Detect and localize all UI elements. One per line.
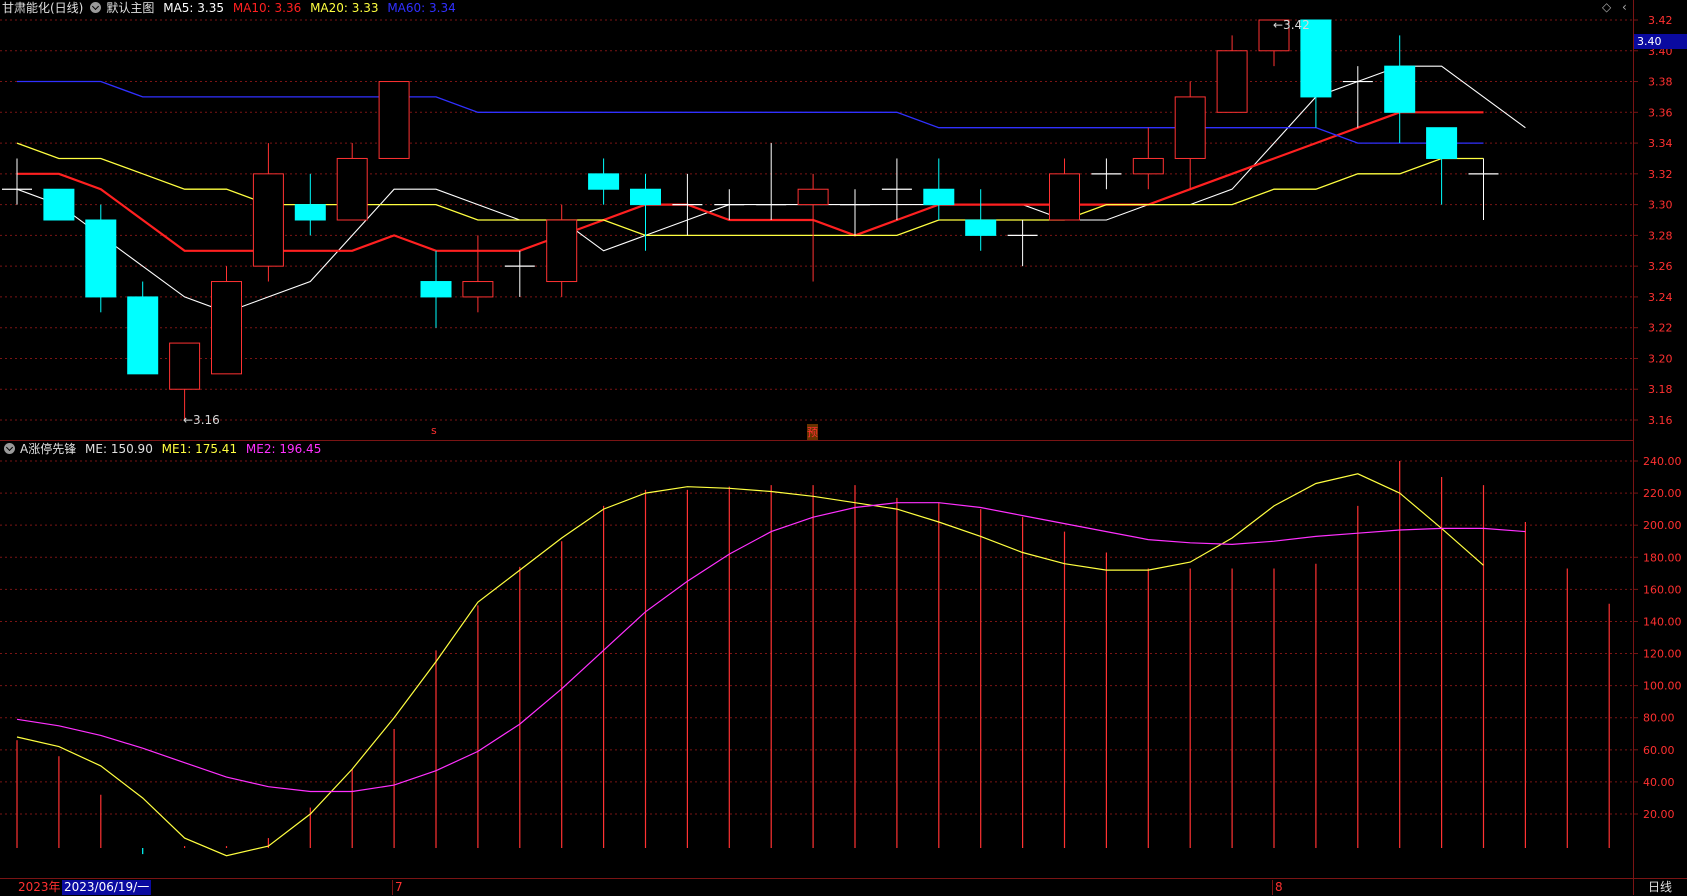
price-axis-ticks: 3.423.403.383.363.343.323.303.283.263.24… (1633, 14, 1673, 427)
time-axis-bar (0, 878, 1687, 896)
candle-body (43, 188, 75, 221)
indicator-me-bars (16, 461, 1610, 855)
price-tick-label: 3.42 (1648, 14, 1673, 27)
candle-body (1426, 127, 1458, 159)
main-chart-label[interactable]: 默认主图 (106, 1, 154, 15)
candle-body (462, 281, 494, 298)
price-tick-label: 3.22 (1648, 322, 1673, 335)
candle-body (923, 188, 955, 206)
ma-line-ma10 (17, 111, 1484, 252)
ma10-label: MA10: 3.36 (232, 1, 302, 15)
price-tick-label: 3.28 (1648, 229, 1673, 242)
price-tick-label: 3.30 (1648, 199, 1673, 212)
axis-divider (1633, 0, 1634, 895)
month-8-label: 8 (1275, 880, 1283, 894)
indicator-tick-label: 40.00 (1643, 776, 1675, 789)
candle-body (1174, 96, 1206, 159)
low-price-label: ←3.16 (183, 413, 220, 427)
price-tick-label: 3.26 (1648, 260, 1673, 273)
ma5-label: MA5: 3.35 (163, 1, 224, 15)
candle-body (420, 281, 452, 298)
candle-body (127, 296, 159, 375)
collapse-icon[interactable]: ‹ (1622, 1, 1632, 13)
signal-marker-cn[interactable]: 预 (807, 424, 818, 440)
candle-body (211, 281, 242, 375)
price-tick-label: 3.20 (1648, 352, 1673, 365)
diamond-icon[interactable]: ◇ (1602, 1, 1612, 13)
price-tick-label: 3.38 (1648, 76, 1673, 89)
indicator-tick-label: 200.00 (1643, 519, 1682, 532)
candle-body (588, 173, 620, 190)
candle-body (546, 219, 578, 283)
price-tick-label: 3.32 (1648, 168, 1673, 181)
stock-name[interactable]: 甘肃能化(日线) (2, 1, 83, 15)
month-divider-8 (1272, 880, 1273, 895)
price-tick-label: 3.36 (1648, 106, 1673, 119)
indicator-dropdown-icon[interactable] (4, 443, 15, 454)
indicator-tick-label: 160.00 (1643, 583, 1682, 596)
indicator-title[interactable]: A涨停先锋 (20, 442, 76, 456)
indicator-tick-label: 120.00 (1643, 648, 1682, 661)
indicator-tick-label: 140.00 (1643, 615, 1682, 628)
me1-label: ME1: 175.41 (161, 442, 238, 456)
candle-body (1132, 157, 1164, 175)
ma60-label: MA60: 3.34 (387, 1, 456, 15)
month-divider-7 (392, 880, 393, 895)
month-7-label: 7 (395, 880, 403, 894)
indicator-tick-label: 100.00 (1643, 680, 1682, 693)
me-label: ME: 150.90 (85, 442, 153, 456)
price-tick-label: 3.24 (1648, 291, 1673, 304)
indicator-tick-label: 180.00 (1643, 551, 1682, 564)
indicator-grid (0, 460, 1633, 815)
candle-body (378, 81, 410, 159)
indicator-tick-label: 20.00 (1643, 808, 1675, 821)
candle-body (1049, 173, 1080, 221)
indicator-tick-label: 80.00 (1643, 712, 1675, 725)
indicator-header: A涨停先锋 ME: 150.90 ME1: 175.41 ME2: 196.45 (2, 441, 326, 457)
candle-body (630, 188, 661, 206)
me2-label: ME2: 196.45 (245, 442, 322, 456)
ma-line-ma20 (16, 142, 1484, 237)
signal-marker-s[interactable]: s (431, 424, 437, 437)
candle-body (965, 219, 997, 236)
dropdown-icon[interactable] (90, 2, 102, 13)
indicator-axis-ticks: 240.00 220.00 200.00 180.00 160.00 140.00 120.… (1633, 455, 1682, 821)
cursor-date: 2023/06/19/一 (62, 880, 152, 895)
price-tick-label: 3.16 (1648, 414, 1673, 427)
high-price-label: ←3.42 (1273, 18, 1310, 32)
candle-body (1216, 50, 1248, 113)
candle-body (294, 204, 326, 221)
indicator-line-me1 (16, 473, 1484, 857)
indicator-tick-label: 60.00 (1643, 744, 1675, 757)
period-label[interactable]: 日线 (1648, 880, 1672, 895)
price-tick-label: 3.18 (1648, 383, 1673, 396)
candle-body (1384, 65, 1416, 113)
candle-body (797, 188, 829, 206)
main-chart-header: 甘肃能化(日线) 默认主图 MA5: 3.35 MA10: 3.36 MA20: … (2, 0, 461, 16)
candle-body (252, 173, 284, 267)
indicator-tick-label: 240.00 (1643, 455, 1682, 468)
candle-body (169, 342, 201, 390)
ma20-label: MA20: 3.33 (310, 1, 379, 15)
indicator-tick-label: 220.00 (1643, 487, 1682, 500)
candle-body (85, 219, 117, 298)
year-label: 2023年 (18, 880, 61, 894)
candle-body (336, 157, 368, 221)
current-price-badge: 3.40 (1634, 34, 1687, 49)
price-tick-label: 3.34 (1648, 137, 1673, 150)
